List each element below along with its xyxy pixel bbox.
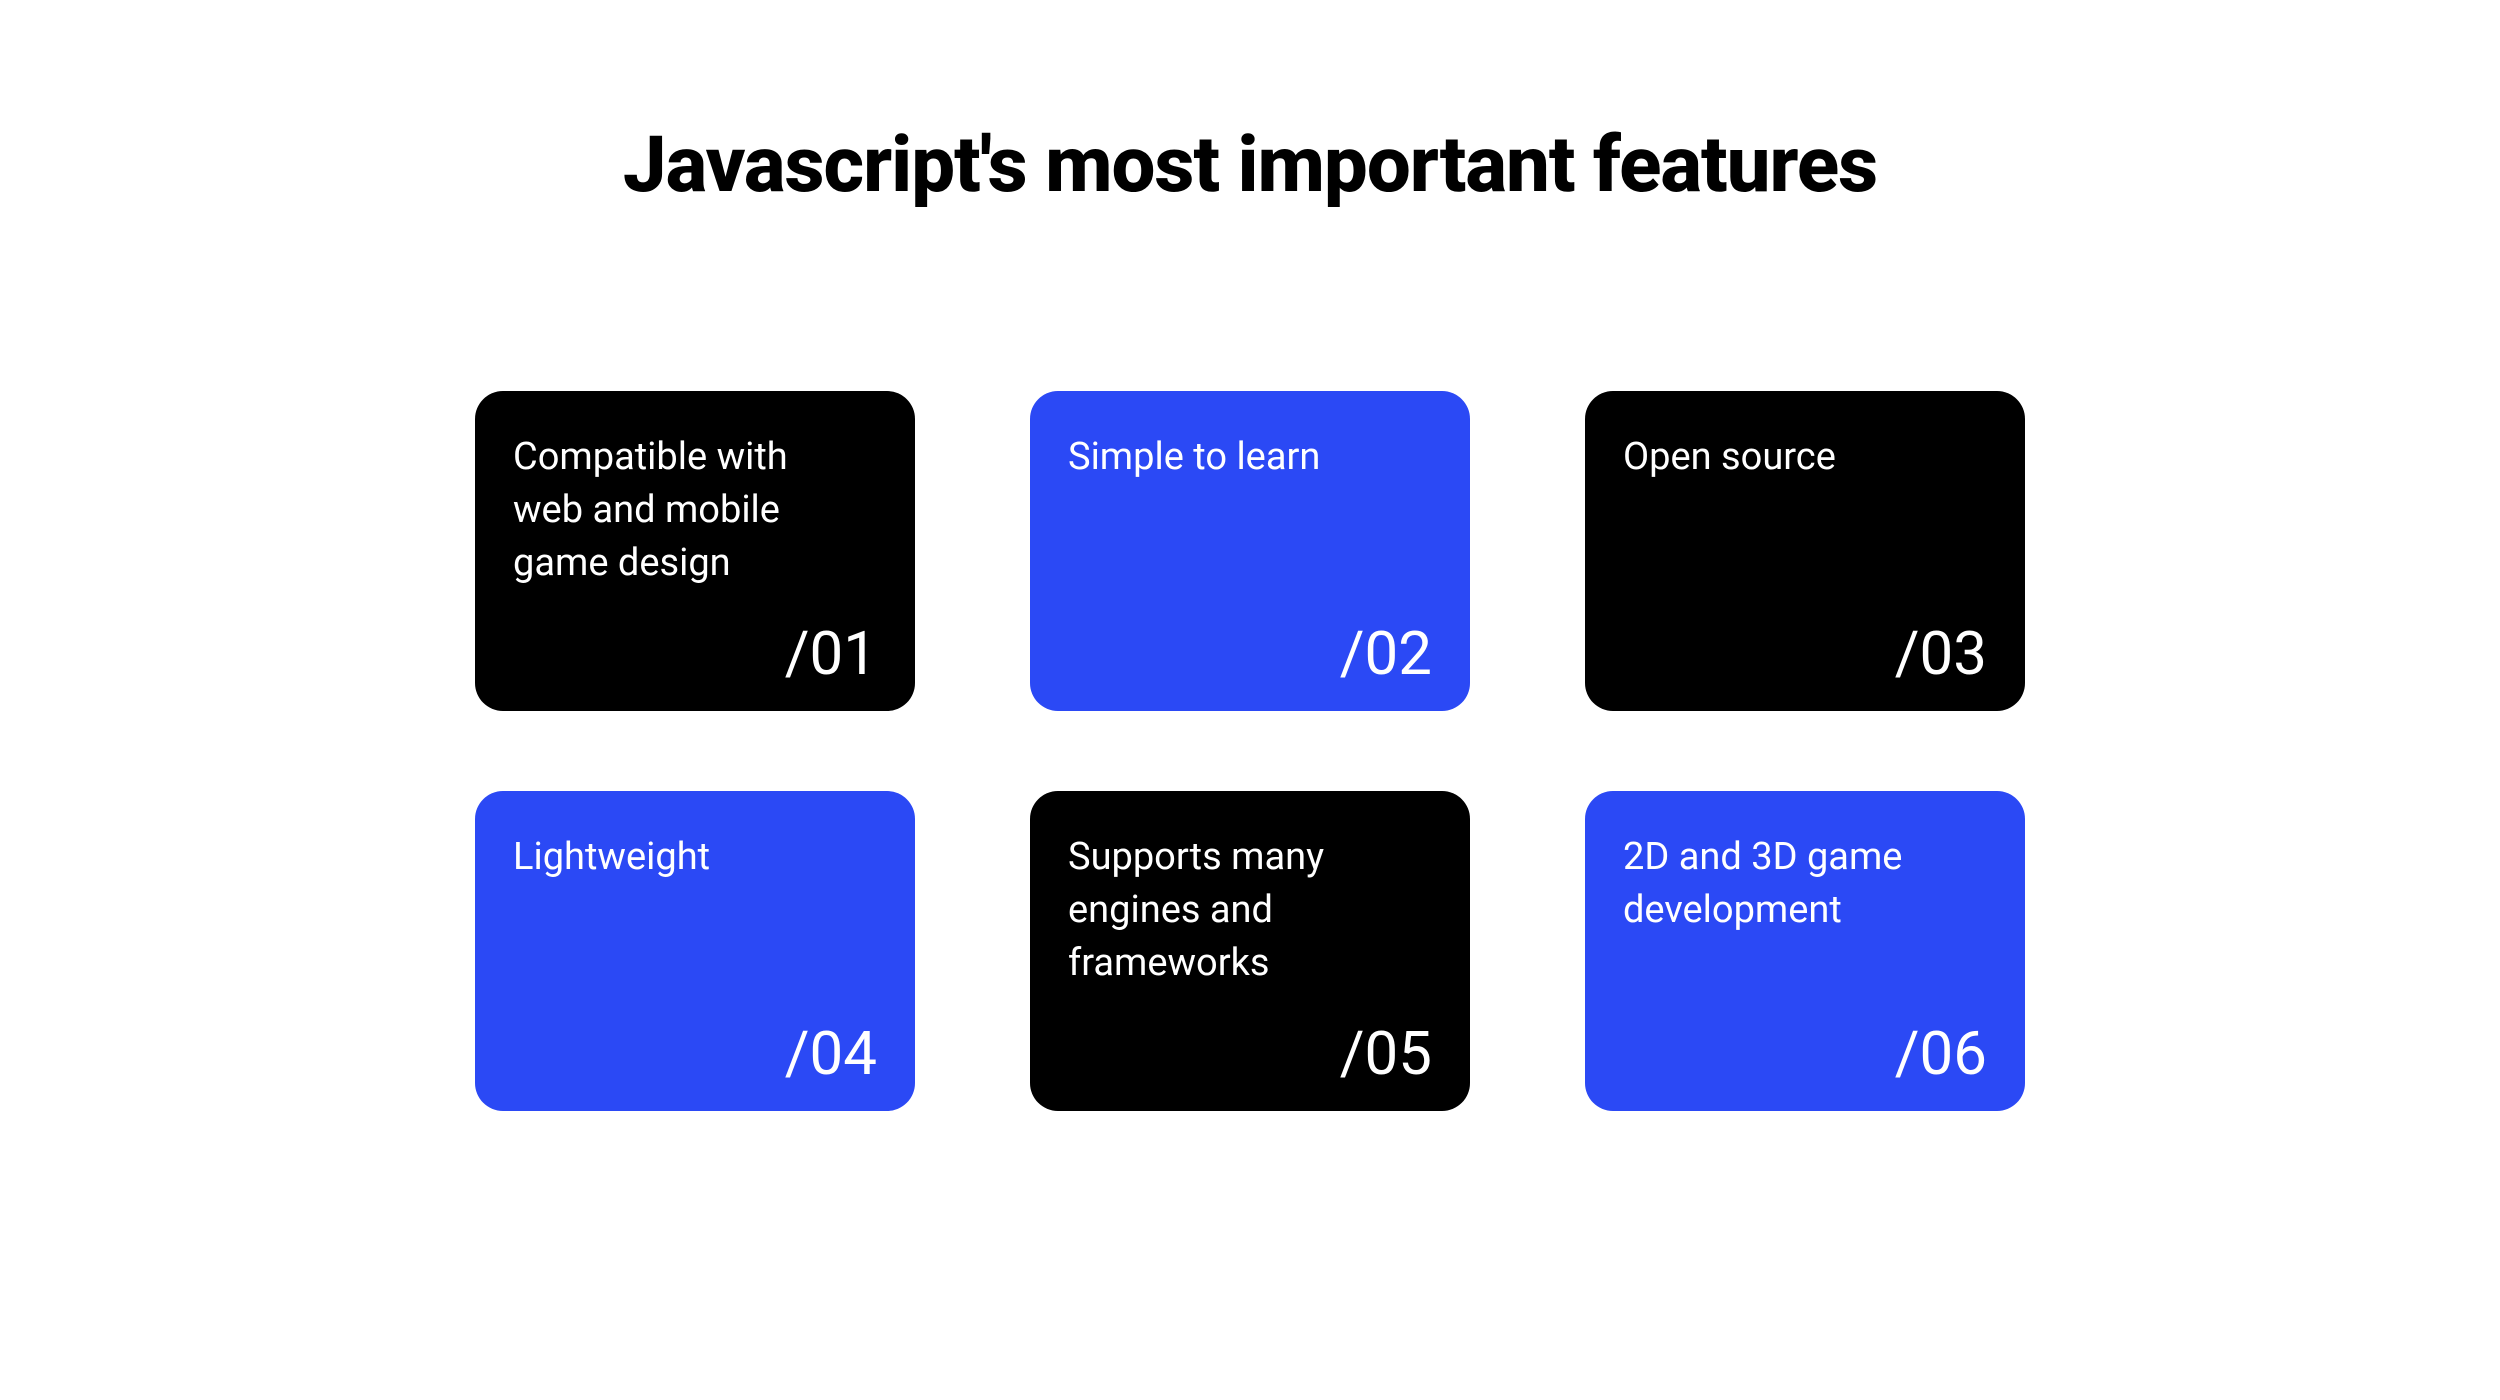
feature-card-01: Compatible with web and mobile game desi… [475, 391, 915, 711]
feature-text: Compatible with web and mobile game desi… [513, 431, 813, 591]
features-container: Javascript's most important features Com… [0, 120, 2500, 1111]
feature-text: Lightweight [513, 831, 813, 884]
feature-card-04: Lightweight /04 [475, 791, 915, 1111]
page-title: Javascript's most important features [623, 120, 1877, 211]
feature-text: Open source [1623, 431, 1923, 484]
feature-text: Supports many engines and frameworks [1068, 831, 1368, 991]
feature-number: /06 [1895, 1018, 1987, 1089]
feature-card-03: Open source /03 [1585, 391, 2025, 711]
feature-card-06: 2D and 3D game development /06 [1585, 791, 2025, 1111]
features-grid: Compatible with web and mobile game desi… [475, 391, 2025, 1111]
feature-number: /03 [1895, 618, 1987, 689]
feature-number: /04 [785, 1018, 877, 1089]
feature-number: /05 [1340, 1018, 1432, 1089]
feature-number: /02 [1340, 618, 1432, 689]
feature-text: 2D and 3D game development [1623, 831, 1923, 937]
feature-number: /01 [785, 618, 877, 689]
feature-text: Simple to learn [1068, 431, 1368, 484]
feature-card-02: Simple to learn /02 [1030, 391, 1470, 711]
feature-card-05: Supports many engines and frameworks /05 [1030, 791, 1470, 1111]
